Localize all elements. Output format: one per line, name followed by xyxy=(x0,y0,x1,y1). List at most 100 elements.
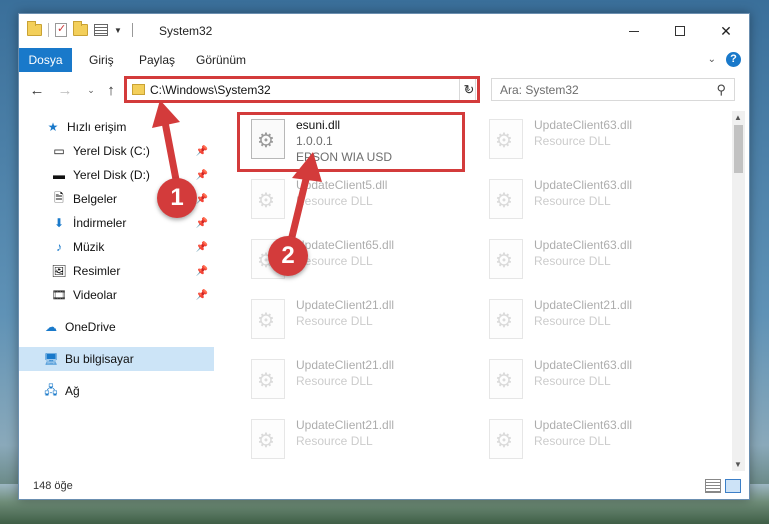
star-icon: ★ xyxy=(47,120,59,134)
maximize-button[interactable] xyxy=(657,14,703,48)
dll-file-icon xyxy=(251,359,285,399)
file-name: UpdateClient63.dll xyxy=(534,178,633,192)
tiles-view-icon[interactable] xyxy=(725,479,741,493)
sidebar-item-local-disk-c[interactable]: ▭ Yerel Disk (C:) 📌 xyxy=(19,139,214,163)
customize-toolbar-caret-icon[interactable]: ▼ xyxy=(114,26,122,35)
file-item[interactable]: UpdateClient21.dll Resource DLL xyxy=(241,295,461,351)
forward-arrow-icon[interactable]: → xyxy=(55,80,75,100)
file-name: UpdateClient21.dll xyxy=(296,418,395,432)
scroll-up-icon[interactable]: ▲ xyxy=(734,113,742,122)
file-description: Resource DLL xyxy=(534,434,611,448)
navigation-pane: ★ Hızlı erişim ▭ Yerel Disk (C:) 📌 ▬ Yer… xyxy=(19,111,214,471)
file-item[interactable]: UpdateClient63.dll Resource DLL xyxy=(479,355,699,411)
file-name: UpdateClient63.dll xyxy=(534,418,633,432)
file-description: Resource DLL xyxy=(534,374,611,388)
pin-icon[interactable]: 📌 xyxy=(196,218,208,229)
pin-icon[interactable]: 📌 xyxy=(196,170,208,181)
sidebar-item-network[interactable]: 🖧 Ağ xyxy=(19,379,214,403)
window-controls: ✕ xyxy=(611,14,749,48)
explorer-window: ▼ System32 ✕ Dosya Giriş Paylaş Görünüm … xyxy=(18,13,750,500)
dll-file-icon xyxy=(489,419,523,459)
back-arrow-icon[interactable]: ← xyxy=(27,80,47,100)
sidebar-item-label: Belgeler xyxy=(73,192,118,206)
sidebar-item-label: Müzik xyxy=(73,240,105,254)
pin-icon[interactable]: 📌 xyxy=(196,194,208,205)
network-icon: 🖧 xyxy=(44,382,58,397)
file-highlight-box xyxy=(237,112,465,172)
sidebar-item-quick-access[interactable]: ★ Hızlı erişim xyxy=(19,115,214,139)
file-description: Resource DLL xyxy=(534,314,611,328)
close-button[interactable]: ✕ xyxy=(703,14,749,48)
sidebar-item-pictures[interactable]: 🖼 Resimler 📌 xyxy=(19,259,214,283)
download-icon: ⬇ xyxy=(53,216,65,230)
documents-icon: 🗎 xyxy=(54,190,64,205)
file-item[interactable]: UpdateClient21.dll Resource DLL xyxy=(241,355,461,411)
sidebar-item-this-pc[interactable]: 🖥 Bu bilgisayar xyxy=(19,347,214,371)
view-options-icon[interactable] xyxy=(94,24,108,36)
file-name: UpdateClient21.dll xyxy=(296,358,395,372)
pin-icon[interactable]: 📌 xyxy=(196,290,208,301)
ribbon-tabs: Dosya Giriş Paylaş Görünüm ⌄ ? xyxy=(19,48,749,104)
help-icon[interactable]: ? xyxy=(726,52,741,67)
file-description: Resource DLL xyxy=(296,374,373,388)
sidebar-item-videos[interactable]: 🎞 Videolar 📌 xyxy=(19,283,214,307)
new-folder-icon[interactable] xyxy=(73,21,88,36)
sidebar-item-onedrive[interactable]: ☁ OneDrive xyxy=(19,315,214,339)
file-name: UpdateClient21.dll xyxy=(296,298,395,312)
file-name: UpdateClient5.dll xyxy=(296,178,388,192)
file-item[interactable]: UpdateClient63.dll Resource DLL xyxy=(479,175,699,231)
file-description: Resource DLL xyxy=(534,254,611,268)
sidebar-item-label: OneDrive xyxy=(65,320,116,334)
music-note-icon: ♪ xyxy=(56,240,62,254)
file-item[interactable]: UpdateClient5.dll Resource DLL xyxy=(241,175,461,231)
search-placeholder: Ara: System32 xyxy=(500,83,579,97)
sidebar-item-label: Videolar xyxy=(73,288,117,302)
file-description: Resource DLL xyxy=(296,314,373,328)
close-icon: ✕ xyxy=(720,22,732,39)
title-separator xyxy=(131,23,133,37)
sidebar-item-label: Hızlı erişim xyxy=(67,120,127,134)
step-1-badge: 1 xyxy=(157,178,197,218)
recent-locations-chevron-icon[interactable]: ⌄ xyxy=(81,80,101,100)
file-item[interactable]: UpdateClient21.dll Resource DLL xyxy=(479,295,699,351)
sidebar-item-music[interactable]: ♪ Müzik 📌 xyxy=(19,235,214,259)
dll-file-icon xyxy=(251,299,285,339)
up-arrow-icon[interactable]: ↑ xyxy=(101,80,121,100)
dll-file-icon xyxy=(489,239,523,279)
dll-file-icon xyxy=(489,179,523,219)
address-highlight-box xyxy=(124,76,480,103)
dll-file-icon xyxy=(251,179,285,219)
properties-icon[interactable] xyxy=(55,22,67,37)
file-description: Resource DLL xyxy=(296,194,373,208)
file-item[interactable]: UpdateClient63.dll Resource DLL xyxy=(479,415,699,471)
tab-view[interactable]: Görünüm xyxy=(196,48,246,72)
dll-file-icon xyxy=(251,419,285,459)
pin-icon[interactable]: 📌 xyxy=(196,242,208,253)
step-2-badge: 2 xyxy=(268,236,308,276)
file-description: Resource DLL xyxy=(534,134,611,148)
folder-icon xyxy=(27,21,42,36)
scroll-down-icon[interactable]: ▼ xyxy=(734,460,742,469)
pin-icon[interactable]: 📌 xyxy=(196,146,208,157)
file-name: UpdateClient21.dll xyxy=(534,298,633,312)
vertical-scrollbar[interactable]: ▲ ▼ xyxy=(732,111,745,471)
file-item[interactable]: UpdateClient63.dll Resource DLL xyxy=(479,115,699,171)
file-item[interactable]: UpdateClient63.dll Resource DLL xyxy=(479,235,699,291)
status-bar: 148 öğe xyxy=(19,473,749,499)
drive-icon: ▬ xyxy=(53,168,65,182)
toolbar-separator xyxy=(48,23,49,37)
tab-share[interactable]: Paylaş xyxy=(139,48,175,72)
expand-ribbon-chevron-icon[interactable]: ⌄ xyxy=(708,54,716,65)
minimize-button[interactable] xyxy=(611,14,657,48)
sidebar-item-label: Resimler xyxy=(73,264,121,278)
pin-icon[interactable]: 📌 xyxy=(196,266,208,277)
title-bar: ▼ System32 ✕ xyxy=(19,14,749,48)
scrollbar-thumb[interactable] xyxy=(734,125,743,173)
pictures-icon: 🖼 xyxy=(51,264,67,278)
tab-home[interactable]: Giriş xyxy=(89,48,114,72)
file-name: UpdateClient65.dll xyxy=(296,238,395,252)
search-box[interactable]: Ara: System32 ⚲ xyxy=(491,78,735,101)
details-view-icon[interactable] xyxy=(705,479,721,493)
item-count: 148 öğe xyxy=(33,480,73,492)
file-item[interactable]: UpdateClient21.dll Resource DLL xyxy=(241,415,461,471)
